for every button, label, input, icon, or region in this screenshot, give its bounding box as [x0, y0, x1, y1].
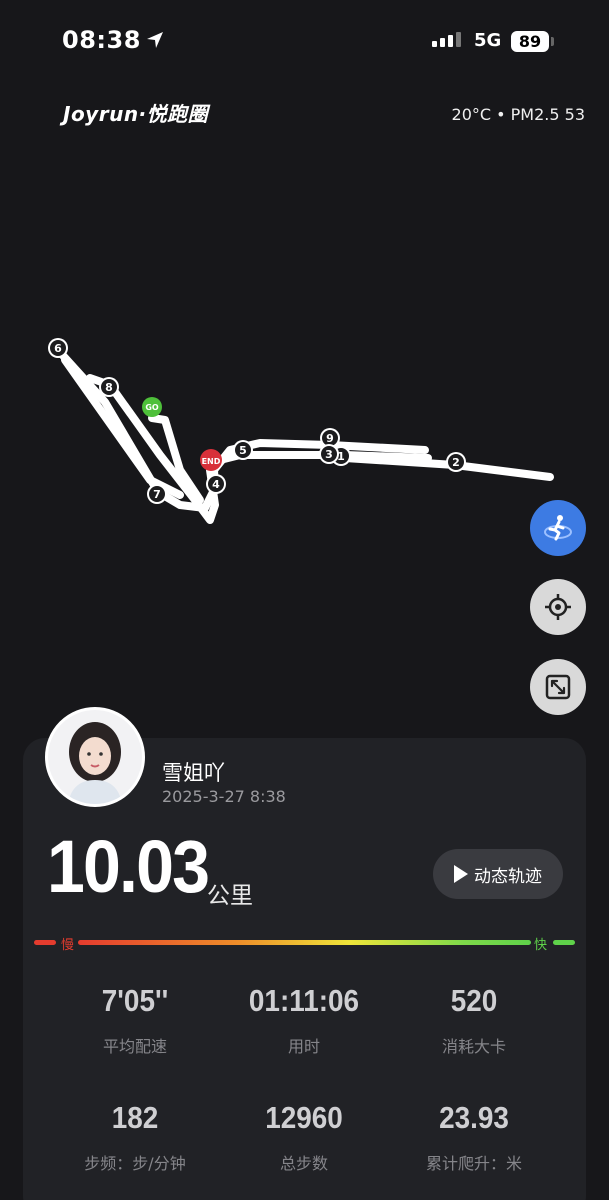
signal-icon	[432, 32, 461, 47]
stat-label: 总步数	[279, 1154, 328, 1173]
pace-slow-label: 慢	[61, 938, 75, 953]
km-marker-7: 7	[147, 484, 167, 504]
km-marker-5: 5	[233, 440, 253, 460]
km-marker-8: 8	[99, 377, 119, 397]
km-marker-3: 3	[319, 444, 339, 464]
fullscreen-icon	[545, 674, 571, 700]
location-arrow-icon	[147, 32, 163, 48]
km-marker-2-label: 2	[452, 456, 460, 469]
run-date: 2025-3-27 8:38	[162, 787, 286, 806]
stat-value: 01:11:06	[248, 983, 360, 1018]
username: 雪姐吖	[162, 761, 225, 785]
stat-total-steps: 12960 总步数	[219, 1100, 389, 1174]
network-type: 5G	[474, 30, 502, 51]
start-label: GO	[145, 403, 159, 412]
stat-label: 平均配速	[102, 1037, 167, 1056]
km-marker-9-label: 9	[326, 432, 334, 445]
start-marker: GO	[142, 397, 162, 417]
stat-value: 7'05''	[101, 983, 169, 1018]
map-mode-button[interactable]	[530, 500, 586, 556]
route-track	[54, 346, 554, 524]
play-icon	[454, 865, 468, 883]
stat-value: 12960	[265, 1100, 343, 1135]
stat-avg-pace: 7'05'' 平均配速	[50, 983, 220, 1057]
fullscreen-button[interactable]	[530, 659, 586, 715]
stat-label: 步频：步/分钟	[84, 1154, 186, 1173]
replay-label: 动态轨迹	[474, 866, 542, 887]
locate-button[interactable]	[530, 579, 586, 635]
stat-elevation-gain: 23.93 累计爬升：米	[389, 1100, 559, 1174]
km-marker-7-label: 7	[153, 488, 161, 501]
stat-label: 累计爬升：米	[425, 1154, 522, 1173]
avatar-portrait	[48, 710, 142, 804]
distance-unit: 公里	[207, 883, 253, 909]
runner-globe-icon	[544, 515, 572, 541]
stat-value: 182	[111, 1100, 159, 1135]
km-marker-6: 6	[48, 338, 68, 358]
km-marker-4-label: 4	[212, 478, 220, 491]
pace-slow-segment	[34, 940, 56, 945]
status-time: 08:38	[62, 26, 141, 54]
km-marker-6-label: 6	[54, 342, 62, 355]
km-marker-3-label: 3	[325, 448, 333, 461]
stat-value: 23.93	[439, 1100, 509, 1135]
end-marker: END	[200, 449, 222, 471]
pace-legend-bar	[34, 940, 575, 945]
pace-fast-segment	[553, 940, 575, 945]
battery-tip	[551, 37, 554, 46]
brand-logo: Joyrun·悦跑圈	[63, 102, 209, 126]
run-summary-screen: 08:38 5G 89 Joyrun·悦跑圈 20°C • PM2.5 53 6…	[0, 0, 609, 1200]
crosshair-icon	[545, 594, 571, 620]
weather-info: 20°C • PM2.5 53	[451, 105, 585, 124]
km-marker-5-label: 5	[239, 444, 247, 457]
battery-icon: 89	[511, 31, 549, 52]
replay-track-button[interactable]: 动态轨迹	[433, 849, 563, 899]
pace-fast-label: 快	[534, 938, 548, 953]
km-marker-8-label: 8	[105, 381, 113, 394]
route-map[interactable]: 6 8 7 4 5 9 1 3 2 GO END	[0, 300, 609, 560]
stat-label: 消耗大卡	[441, 1037, 506, 1056]
km-marker-4: 4	[206, 474, 226, 494]
stat-label: 用时	[287, 1037, 320, 1056]
end-label: END	[202, 457, 221, 466]
km-marker-2: 2	[446, 452, 466, 472]
stat-calories: 520 消耗大卡	[389, 983, 559, 1057]
avatar[interactable]	[45, 707, 145, 807]
stat-duration: 01:11:06 用时	[219, 983, 389, 1057]
pace-gradient	[78, 940, 531, 945]
stat-value: 520	[450, 983, 498, 1018]
distance-value: 10.03	[47, 825, 210, 908]
stat-cadence: 182 步频：步/分钟	[50, 1100, 220, 1174]
